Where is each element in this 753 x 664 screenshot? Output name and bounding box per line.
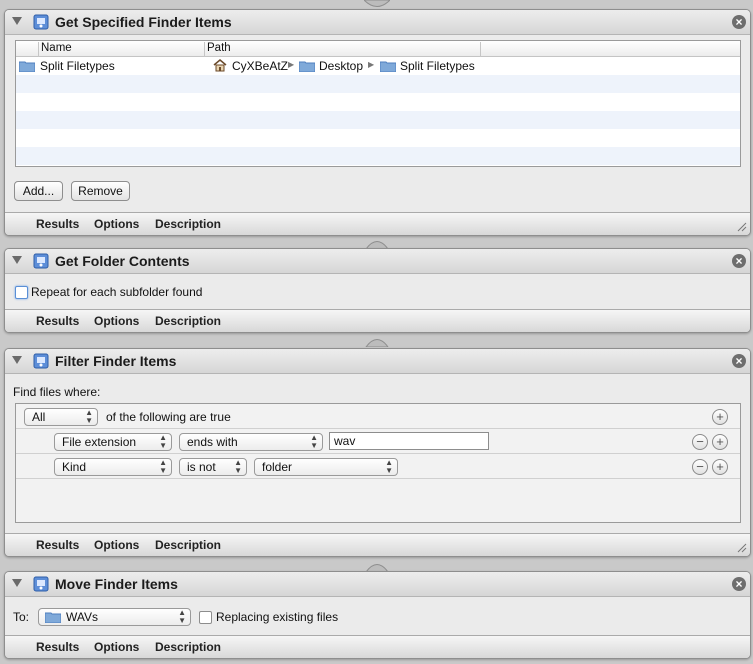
plus-icon[interactable]: + (712, 434, 728, 450)
close-icon[interactable]: × (732, 354, 746, 368)
rule1-field-popup[interactable]: File extension ▲ ▼ (54, 433, 172, 451)
destination-popup[interactable]: WAVs ▲ ▼ (38, 608, 191, 626)
rule2-value-popup[interactable]: folder ▲ ▼ (254, 458, 398, 476)
action-footer: Results Options Description (5, 635, 750, 658)
minus-icon[interactable]: − (692, 434, 708, 450)
rule2-field-popup[interactable]: Kind ▲ ▼ (54, 458, 172, 476)
list-item[interactable]: Split Filetypes CyXBeAtZ ▶ Desktop ▶ Spl… (16, 57, 740, 75)
description-button[interactable]: Description (155, 314, 221, 328)
action-header: Move Finder Items × (5, 572, 750, 597)
disclosure-triangle-icon[interactable] (12, 579, 22, 587)
folder-icon (19, 61, 35, 72)
plus-icon[interactable]: + (712, 459, 728, 475)
repeat-subfolder-checkbox[interactable] (15, 286, 28, 299)
automator-app-icon (33, 576, 49, 592)
action-title: Filter Finder Items (55, 353, 177, 369)
automator-app-icon (33, 353, 49, 369)
options-button[interactable]: Options (94, 538, 139, 552)
rule2-operator-popup[interactable]: is not ▲ ▼ (179, 458, 247, 476)
disclosure-triangle-icon[interactable] (12, 356, 22, 364)
action-footer: Results Options Description (5, 309, 750, 332)
list-header: Name Path (16, 41, 740, 57)
criteria-row: Kind ▲ ▼ is not ▲ ▼ folder ▲ ▼ − + (16, 454, 740, 479)
options-button[interactable]: Options (94, 217, 139, 231)
list-row-empty (16, 111, 740, 129)
resize-grip-icon[interactable] (737, 543, 747, 553)
action-title: Move Finder Items (55, 576, 178, 592)
folder-icon (45, 612, 61, 623)
find-files-label: Find files where: (13, 385, 101, 399)
path-separator-icon: ▶ (368, 60, 375, 69)
repeat-subfolder-label: Repeat for each subfolder found (31, 285, 203, 299)
disclosure-triangle-icon[interactable] (12, 17, 22, 25)
description-button[interactable]: Description (155, 217, 221, 231)
path-separator-icon: ▶ (288, 60, 295, 69)
folder-icon (380, 61, 396, 72)
action-footer: Results Options Description (5, 533, 750, 556)
to-label: To: (13, 610, 30, 624)
options-button[interactable]: Options (94, 640, 139, 654)
minus-icon[interactable]: − (692, 459, 708, 475)
options-button[interactable]: Options (94, 314, 139, 328)
remove-button[interactable]: Remove (71, 181, 130, 201)
match-suffix-label: of the following are true (106, 410, 231, 424)
column-header-path[interactable]: Path (207, 42, 231, 54)
action-title: Get Folder Contents (55, 253, 190, 269)
automator-app-icon (33, 253, 49, 269)
path-segment-desktop: Desktop (319, 59, 364, 73)
items-list[interactable]: Name Path Split Filetypes CyXBeAtZ ▶ Des… (15, 40, 741, 167)
action-header: Filter Finder Items × (5, 349, 750, 374)
close-icon[interactable]: × (732, 15, 746, 29)
action-header: Get Specified Finder Items × (5, 10, 750, 35)
list-row-empty (16, 93, 740, 111)
description-button[interactable]: Description (155, 640, 221, 654)
home-icon (213, 59, 227, 72)
results-button[interactable]: Results (36, 640, 79, 654)
rule1-value-field[interactable]: wav (329, 432, 489, 450)
column-header-name[interactable]: Name (41, 42, 72, 54)
path-segment-folder: Split Filetypes (400, 59, 475, 73)
list-row-empty (16, 75, 740, 93)
criteria-row: File extension ▲ ▼ ends with ▲ ▼ wav − + (16, 429, 740, 454)
connector-icon (365, 339, 389, 347)
results-button[interactable]: Results (36, 217, 79, 231)
action-filter-finder-items: Filter Finder Items × Find files where: … (4, 348, 751, 557)
results-button[interactable]: Results (36, 314, 79, 328)
automator-app-icon (33, 14, 49, 30)
close-icon[interactable]: × (732, 254, 746, 268)
rule1-operator-popup[interactable]: ends with ▲ ▼ (179, 433, 323, 451)
replace-existing-label: Replacing existing files (216, 610, 339, 624)
description-button[interactable]: Description (155, 538, 221, 552)
close-icon[interactable]: × (732, 577, 746, 591)
results-button[interactable]: Results (36, 538, 79, 552)
criteria-row-header: All ▲ ▼ of the following are true + (16, 404, 740, 429)
plus-icon[interactable]: + (712, 409, 728, 425)
match-popup[interactable]: All ▲ ▼ (24, 408, 98, 426)
list-row-empty (16, 147, 740, 165)
action-title: Get Specified Finder Items (55, 14, 232, 30)
disclosure-triangle-icon[interactable] (12, 256, 22, 264)
criteria-box: All ▲ ▼ of the following are true + File e… (15, 403, 741, 523)
resize-grip-icon[interactable] (737, 222, 747, 232)
action-get-specified-finder-items: Get Specified Finder Items × Name Path S… (4, 9, 751, 236)
folder-icon (299, 61, 315, 72)
list-row-empty (16, 129, 740, 147)
action-move-finder-items: Move Finder Items × To: WAVs ▲ ▼ Replacin… (4, 571, 751, 659)
action-header: Get Folder Contents × (5, 249, 750, 274)
path-segment-home: CyXBeAtZ (232, 59, 289, 73)
add-button[interactable]: Add... (14, 181, 63, 201)
item-name: Split Filetypes (40, 59, 115, 73)
replace-existing-checkbox[interactable] (199, 611, 212, 624)
action-footer: Results Options Description (5, 212, 750, 235)
action-get-folder-contents: Get Folder Contents × Repeat for each su… (4, 248, 751, 333)
